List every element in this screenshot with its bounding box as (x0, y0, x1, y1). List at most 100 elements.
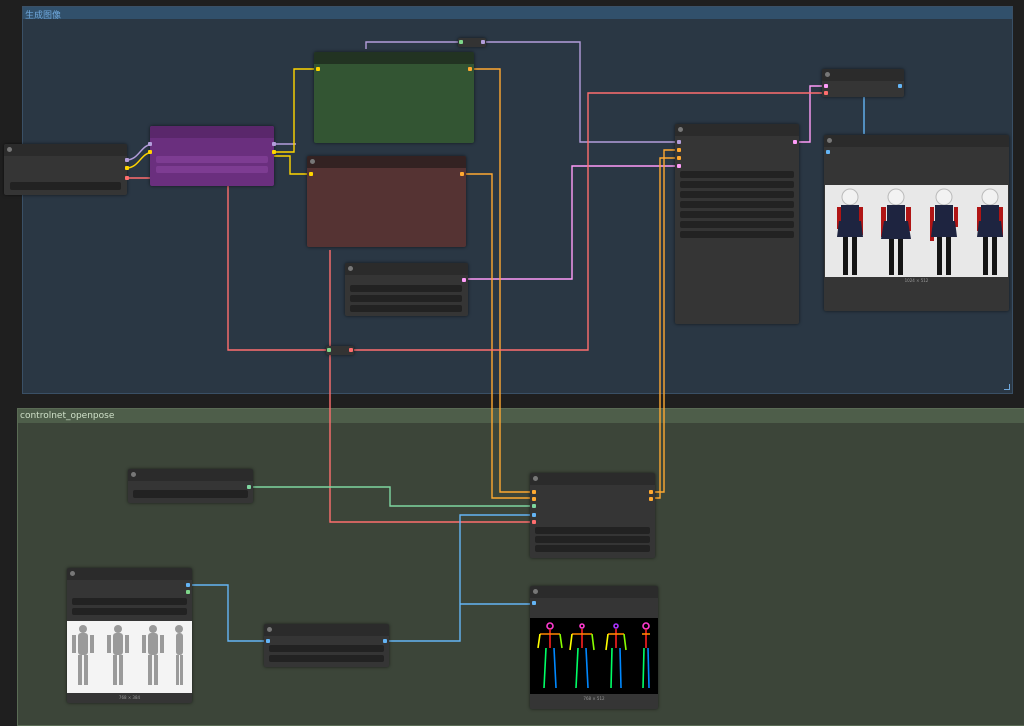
model-output-port[interactable] (125, 158, 129, 162)
controlnet-loader-node[interactable] (128, 469, 253, 503)
conditioning-output-port[interactable] (460, 172, 464, 176)
wire-vae (126, 177, 328, 351)
collapse-dot-icon[interactable] (7, 147, 12, 152)
samples-input-port[interactable] (824, 84, 828, 88)
collapse-dot-icon[interactable] (131, 472, 136, 477)
reference-bodies-preview[interactable] (67, 621, 192, 693)
image-input-port[interactable] (532, 513, 536, 517)
positive-input-port[interactable] (677, 148, 681, 152)
clip-input-port[interactable] (148, 150, 152, 154)
checkpoint-loader-node[interactable] (4, 144, 129, 195)
collapse-dot-icon[interactable] (827, 138, 832, 143)
conditioning-output-port[interactable] (468, 67, 472, 71)
reroute-model[interactable] (458, 38, 486, 47)
negative-input-port[interactable] (532, 497, 536, 501)
output-port[interactable] (481, 40, 485, 44)
collapse-dot-icon[interactable] (348, 266, 353, 271)
steps-widget[interactable] (680, 191, 794, 198)
pose-skeletons (537, 622, 650, 689)
latent-output-port[interactable] (462, 278, 466, 282)
clip-output-port[interactable] (272, 150, 276, 154)
input-port[interactable] (459, 40, 463, 44)
clip-input-port[interactable] (309, 172, 313, 176)
clip-output-port[interactable] (125, 166, 129, 170)
positive-input-port[interactable] (532, 490, 536, 494)
vae-output-port[interactable] (125, 176, 129, 180)
mask-output-port[interactable] (186, 590, 190, 594)
empty-latent-node[interactable] (345, 263, 468, 316)
image-output-port[interactable] (383, 639, 387, 643)
openpose-preview-node[interactable]: 768 × 512 (530, 586, 658, 709)
image-output-port[interactable] (186, 583, 190, 587)
character-sheet-preview[interactable] (825, 185, 1008, 277)
latent-input-port[interactable] (677, 164, 681, 168)
control-net-output-port[interactable] (247, 485, 251, 489)
model-input-port[interactable] (148, 142, 152, 146)
lora-widget[interactable] (156, 156, 268, 163)
reroute-vae[interactable] (326, 346, 354, 355)
detect-body-widget[interactable] (269, 655, 384, 662)
body-figure (142, 625, 164, 685)
collapse-dot-icon[interactable] (678, 127, 683, 132)
ksampler-node[interactable] (675, 124, 799, 324)
image-output-port[interactable] (898, 84, 902, 88)
controlnet-select[interactable] (133, 490, 248, 498)
collapse-dot-icon[interactable] (310, 159, 315, 164)
detect-hand-widget[interactable] (269, 645, 384, 652)
upload-button[interactable] (72, 608, 187, 615)
wire-latent (797, 85, 824, 143)
image-input-port[interactable] (826, 150, 830, 154)
wire-latent (466, 165, 678, 280)
image-select[interactable] (72, 598, 187, 605)
positive-output-port[interactable] (649, 490, 653, 494)
collapse-dot-icon[interactable] (533, 476, 538, 481)
end-percent-widget[interactable] (535, 545, 650, 552)
batch-widget[interactable] (350, 305, 462, 312)
checkpoint-select[interactable] (10, 182, 121, 190)
image-input-port[interactable] (532, 601, 536, 605)
scheduler-widget[interactable] (680, 221, 794, 228)
body-figure (107, 625, 129, 685)
image-size-caption: 768 × 512 (583, 696, 605, 701)
output-port[interactable] (349, 348, 353, 352)
resize-handle-icon[interactable] (1004, 384, 1010, 390)
sampler-widget[interactable] (680, 211, 794, 218)
control-widget[interactable] (680, 181, 794, 188)
latent-output-port[interactable] (793, 140, 797, 144)
negative-output-port[interactable] (649, 497, 653, 501)
character-figure (977, 188, 1003, 275)
input-port[interactable] (327, 348, 331, 352)
collapse-dot-icon[interactable] (267, 627, 272, 632)
height-widget[interactable] (350, 295, 462, 302)
width-widget[interactable] (350, 285, 462, 292)
negative-prompt-node[interactable] (307, 156, 466, 247)
wire-control-net (250, 486, 532, 507)
collapse-dot-icon[interactable] (533, 589, 538, 594)
denoise-widget[interactable] (680, 231, 794, 238)
vae-decode-node[interactable] (822, 69, 904, 97)
control-net-input-port[interactable] (532, 504, 536, 508)
openpose-preview[interactable] (530, 618, 658, 694)
collapse-dot-icon[interactable] (825, 72, 830, 77)
cfg-widget[interactable] (680, 201, 794, 208)
image-input-port[interactable] (266, 639, 270, 643)
clip-input-port[interactable] (316, 67, 320, 71)
model-input-port[interactable] (677, 140, 681, 144)
strength-widget[interactable] (535, 527, 650, 534)
seed-widget[interactable] (680, 171, 794, 178)
vae-input-port[interactable] (824, 91, 828, 95)
apply-controlnet-node[interactable] (530, 473, 655, 558)
model-output-port[interactable] (272, 142, 276, 146)
positive-prompt-node[interactable] (314, 52, 474, 143)
start-percent-widget[interactable] (535, 536, 650, 543)
load-image-node[interactable]: 768 × 384 (67, 568, 192, 703)
openpose-preprocessor-node[interactable] (264, 624, 389, 667)
save-image-node[interactable]: 1024 × 512 (824, 135, 1009, 311)
lora-loader-node[interactable] (148, 126, 276, 186)
lora-widget[interactable] (156, 166, 268, 173)
pose-skeleton (605, 623, 627, 689)
character-figure (881, 188, 911, 275)
negative-input-port[interactable] (677, 156, 681, 160)
collapse-dot-icon[interactable] (70, 571, 75, 576)
vae-input-port[interactable] (532, 520, 536, 524)
